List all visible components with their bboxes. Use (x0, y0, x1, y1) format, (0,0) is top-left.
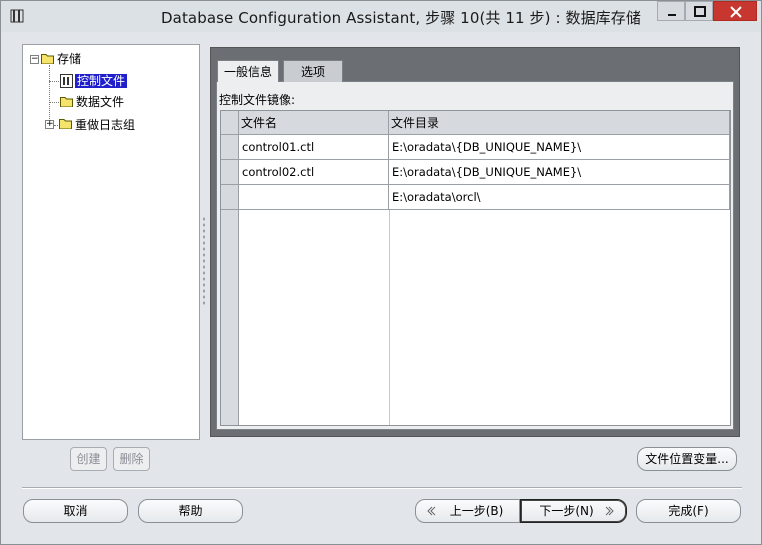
expand-icon[interactable]: + (45, 120, 54, 129)
table-cell-file-directory[interactable]: E:\oradata\{DB_UNIQUE_NAME}\ (389, 135, 730, 160)
control-file-icon (60, 74, 73, 88)
back-button-label: 上一步(B) (449, 504, 504, 518)
table-cell-file-directory[interactable]: E:\oradata\orcl\ (389, 185, 730, 210)
tree-item-control-files[interactable]: 控制文件 (75, 72, 128, 90)
table-cell-file-directory[interactable]: E:\oradata\{DB_UNIQUE_NAME}\ (389, 160, 730, 185)
footer-separator (22, 487, 742, 489)
table-cell-file-name[interactable]: control02.ctl (239, 160, 389, 185)
tree-connector (49, 102, 59, 103)
table-corner (221, 111, 239, 135)
tab-options[interactable]: 选项 (283, 60, 343, 82)
delete-button[interactable]: 删除 (113, 447, 150, 471)
open-folder-icon (41, 54, 54, 64)
dbca-window: Database Configuration Assistant, 步骤 10(… (0, 0, 762, 545)
control-file-table: 文件名 文件目录 control01.ctl E:\oradata\{DB_UN… (220, 110, 731, 426)
window-title: Database Configuration Assistant, 步骤 10(… (161, 9, 641, 27)
tree-item-redo-log-groups[interactable]: 重做日志组 (75, 116, 135, 134)
tree-connector (49, 81, 59, 82)
help-button[interactable]: 帮助 (138, 499, 243, 523)
maximize-button[interactable] (685, 1, 713, 21)
collapse-icon[interactable]: − (30, 55, 39, 64)
chevron-left-icon (427, 506, 436, 516)
cancel-button[interactable]: 取消 (23, 499, 128, 523)
column-header-file-directory[interactable]: 文件目录 (389, 111, 730, 135)
tree-root-storage[interactable]: 存储 (57, 50, 81, 68)
create-button[interactable]: 创建 (70, 447, 107, 471)
row-header[interactable] (221, 185, 239, 210)
tree-connector (49, 65, 50, 125)
folder-icon (59, 119, 72, 129)
column-divider (389, 210, 390, 425)
storage-tree: − 存储 控制文件 数据文件 + 重做日志组 (22, 44, 200, 440)
table-cell-file-name[interactable] (239, 185, 389, 210)
next-button[interactable]: 下一步(N) (520, 499, 627, 523)
title-bar: Database Configuration Assistant, 步骤 10(… (1, 1, 761, 32)
tab-general[interactable]: 一般信息 (217, 60, 279, 82)
row-header[interactable] (221, 135, 239, 160)
row-header[interactable] (221, 160, 239, 185)
tree-item-label: 控制文件 (75, 74, 128, 88)
close-button[interactable] (713, 1, 757, 21)
finish-button[interactable]: 完成(F) (636, 499, 741, 523)
table-cell-file-name[interactable]: control01.ctl (239, 135, 389, 160)
file-location-variables-button[interactable]: 文件位置变量... (637, 447, 737, 471)
folder-icon (60, 97, 73, 107)
splitter-handle[interactable] (202, 216, 206, 306)
column-header-file-name[interactable]: 文件名 (239, 111, 389, 135)
next-button-label: 下一步(N) (539, 504, 594, 518)
back-button[interactable]: 上一步(B) (415, 499, 520, 523)
minimize-button[interactable] (657, 1, 685, 21)
chevron-right-icon (605, 506, 614, 516)
control-file-mirror-label: 控制文件镜像: (219, 93, 296, 107)
tree-item-data-files[interactable]: 数据文件 (76, 93, 124, 111)
